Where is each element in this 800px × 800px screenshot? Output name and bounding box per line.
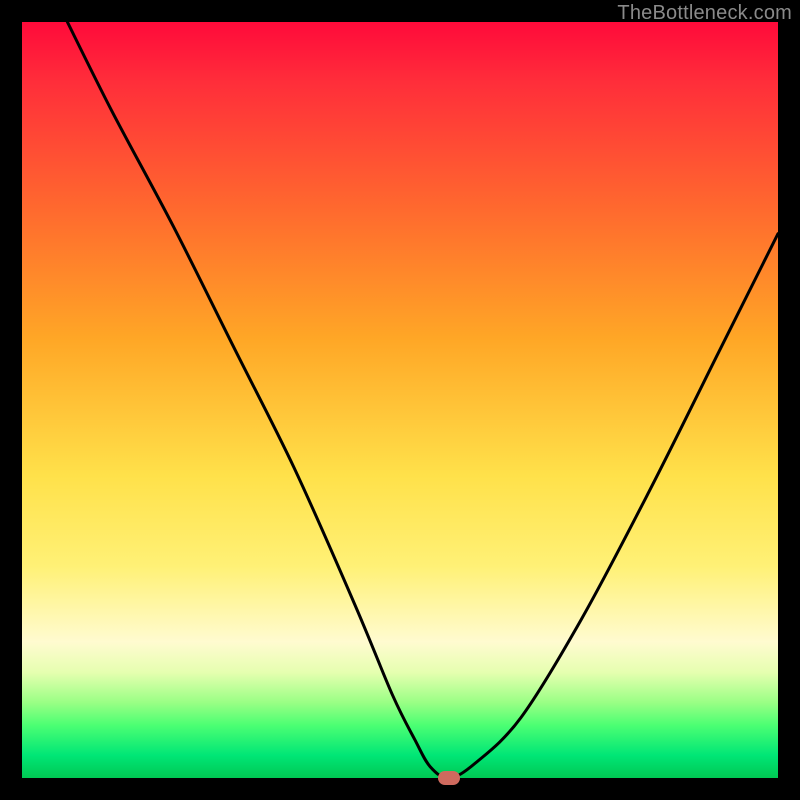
watermark-label: TheBottleneck.com: [617, 2, 792, 25]
bottleneck-curve: [22, 22, 778, 778]
optimal-point-marker: [438, 771, 460, 785]
chart-plot-area: [22, 22, 778, 778]
chart-frame: TheBottleneck.com: [0, 0, 800, 800]
